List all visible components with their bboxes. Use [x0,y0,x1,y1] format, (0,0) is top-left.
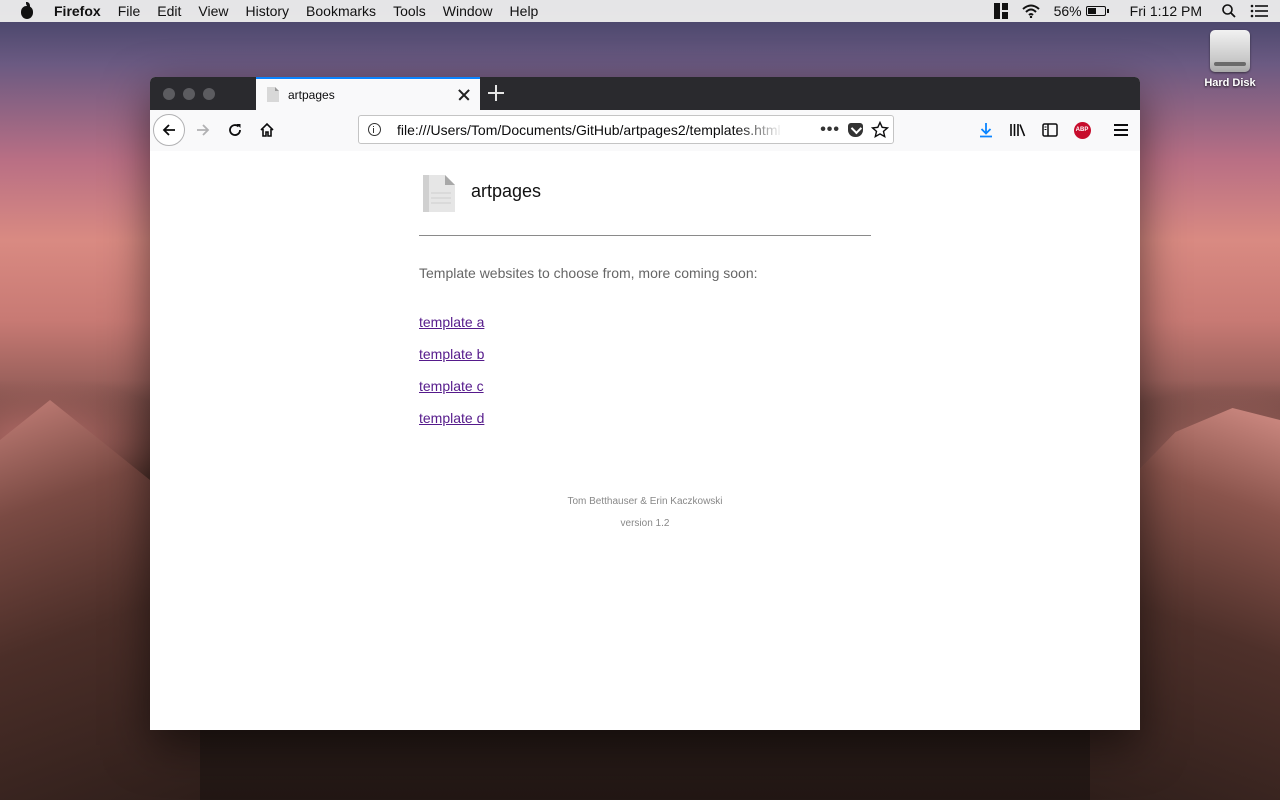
site-header: artpages [419,173,871,236]
menu-bar-status-area: 56% Fri 1:12 PM [980,3,1268,19]
url-bar-actions: ••• [812,120,889,139]
download-arrow-icon [980,123,992,138]
footer-version: version 1.2 [620,518,670,529]
intro-text: Template websites to choose from, more c… [419,265,758,281]
menu-window[interactable]: Window [443,3,493,19]
tab-title: artpages [288,87,335,102]
open-menu-button[interactable] [1105,114,1137,146]
sidebar-button[interactable] [1034,114,1066,146]
adblock-plus-button[interactable]: ABP [1066,114,1098,146]
library-icon [1010,124,1026,137]
hard-disk-icon [1210,30,1250,72]
menu-help[interactable]: Help [510,3,539,19]
browser-window: artpages file:///Users/Tom/Documents/Git… [150,77,1140,730]
menu-bookmarks[interactable]: Bookmarks [306,3,376,19]
menu-history[interactable]: History [245,3,289,19]
close-window-button[interactable] [163,88,175,100]
reload-button[interactable] [219,114,251,146]
template-c-link[interactable]: template c [419,377,484,409]
menu-view[interactable]: View [198,3,228,19]
menu-file[interactable]: File [118,3,141,19]
url-bar[interactable]: file:///Users/Tom/Documents/GitHub/artpa… [358,115,894,144]
bookmark-star-icon[interactable] [871,120,889,139]
wifi-icon[interactable] [1021,4,1040,18]
spotlight-search-icon[interactable] [1222,4,1236,18]
home-icon [260,122,274,137]
template-a-link[interactable]: template a [419,313,484,345]
battery-icon[interactable] [1085,6,1109,16]
hard-disk-desktop-icon[interactable]: Hard Disk [1200,30,1260,89]
navigation-toolbar: file:///Users/Tom/Documents/GitHub/artpa… [150,110,1140,152]
window-controls [163,88,223,100]
zoom-window-button[interactable] [203,88,215,100]
arrow-right-icon [197,124,210,136]
site-footer: Tom Betthauser & Erin Kaczkowski version… [419,495,871,539]
sidebar-icon [1042,123,1058,137]
arrow-left-icon [162,124,175,136]
notification-center-icon[interactable] [1250,4,1268,18]
site-logo-document-icon [423,175,455,212]
reload-icon [229,124,241,136]
battery-percent: 56% [1053,3,1082,19]
footer-authors: Tom Betthauser & Erin Kaczkowski [567,496,723,507]
tab-bar: artpages [150,77,1140,110]
page-content: artpages Template websites to choose fro… [150,151,1140,730]
minimize-window-button[interactable] [183,88,195,100]
page-favicon-icon [267,87,279,102]
forward-button[interactable] [187,114,219,146]
adblock-plus-icon: ABP [1073,121,1091,139]
downloads-button[interactable] [970,114,1002,146]
menu-bar: Firefox File Edit View History Bookmarks… [0,0,1280,22]
close-tab-icon[interactable] [454,85,474,105]
menu-app-name[interactable]: Firefox [54,3,101,19]
new-tab-icon[interactable] [486,83,506,103]
hard-disk-label: Hard Disk [1204,77,1256,89]
template-d-link[interactable]: template d [419,409,484,441]
template-links: template a template b template c templat… [419,313,484,441]
home-button[interactable] [251,114,283,146]
window-manager-icon[interactable] [993,3,1008,19]
template-b-link[interactable]: template b [419,345,484,377]
pocket-icon[interactable] [848,122,863,137]
clock[interactable]: Fri 1:12 PM [1130,3,1202,19]
menu-edit[interactable]: Edit [157,3,181,19]
site-title: artpages [471,181,542,201]
library-button[interactable] [1002,114,1034,146]
url-text[interactable]: file:///Users/Tom/Documents/GitHub/artpa… [397,122,783,138]
hamburger-menu-icon [1114,124,1128,136]
apple-menu-icon[interactable] [20,2,34,19]
back-button[interactable] [153,114,185,146]
page-actions-icon[interactable]: ••• [820,121,840,137]
site-info-icon[interactable] [368,123,381,136]
tab-artpages[interactable]: artpages [256,77,480,110]
menu-tools[interactable]: Tools [393,3,426,19]
